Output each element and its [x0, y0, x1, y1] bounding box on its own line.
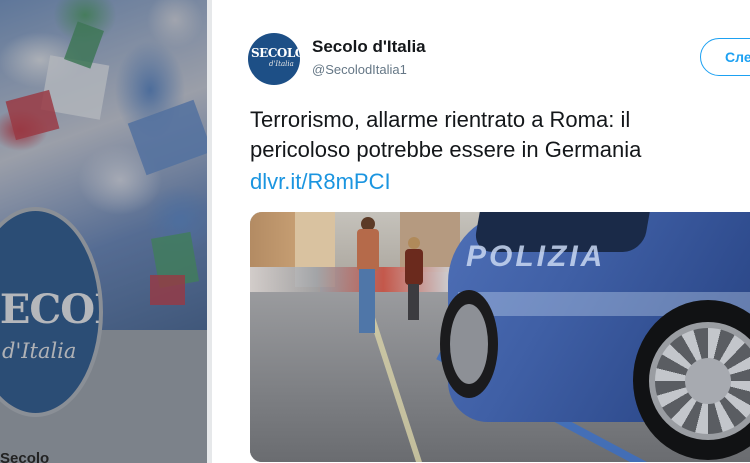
- author-handle[interactable]: @SecolodItalia1: [312, 62, 407, 77]
- dim-overlay: [0, 0, 207, 463]
- profile-side-panel: SECOLO d'Italia Secolo: [0, 0, 207, 463]
- author-display-name[interactable]: Secolo d'Italia: [312, 37, 426, 57]
- tweet-photo[interactable]: POLIZIA: [250, 212, 750, 462]
- police-car-lettering: POLIZIA: [466, 240, 606, 273]
- tweet-text: Terrorismo, allarme rientrato a Roma: il…: [250, 105, 750, 165]
- profile-name-partial: Secolo: [0, 450, 50, 463]
- tweet-text-line-1: Terrorismo, allarme rientrato a Roma: il: [250, 107, 631, 132]
- police-car: POLIZIA: [440, 212, 750, 462]
- follow-button[interactable]: Следить: [700, 38, 750, 76]
- pedestrian-figure: [353, 217, 383, 335]
- tweet-text-line-2: pericoloso potrebbe essere in Germania: [250, 137, 642, 162]
- author-avatar[interactable]: SECOLO d'Italia: [248, 33, 300, 85]
- tweet-link[interactable]: dlvr.it/R8mPCI: [250, 169, 391, 195]
- author-avatar-title: SECOLO: [251, 46, 300, 60]
- pedestrian-figure: [403, 237, 425, 322]
- author-avatar-subtitle: d'Italia: [269, 60, 294, 68]
- tweet-card: SECOLO d'Italia Secolo d'Italia @Secolod…: [212, 0, 750, 463]
- front-wheel: [440, 290, 498, 398]
